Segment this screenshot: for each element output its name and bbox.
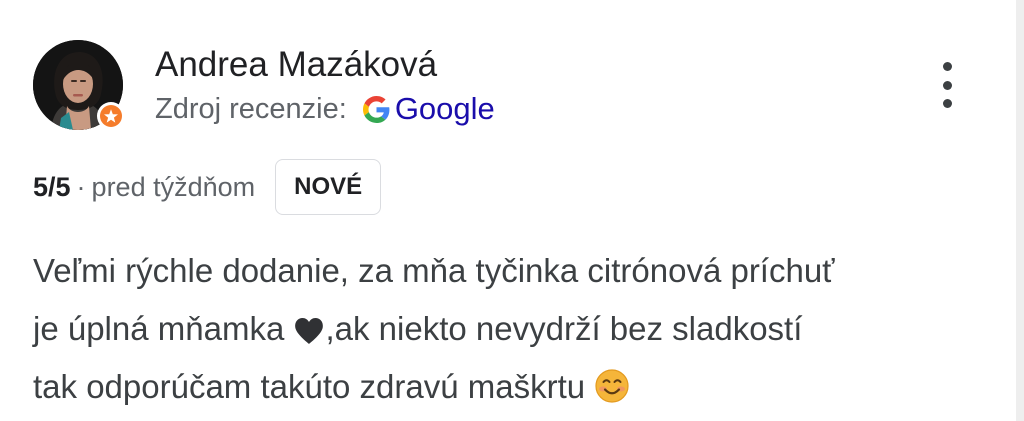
author-avatar[interactable] [33,40,125,130]
review-meta: 5/5 · pred týždňom NOVÉ [33,158,382,216]
source-label: Zdroj recenzie: [155,93,347,125]
smiling-face-icon [595,369,629,403]
author-info: Andrea Mazáková Zdroj recenzie: Google [155,43,495,127]
review-text-line-2-start: je úplná mňamka [33,310,294,347]
google-g-icon [362,95,390,123]
scrollbar-track[interactable] [1016,0,1024,421]
more-vert-icon [942,62,952,71]
review-text-line-1: Veľmi rýchle dodanie, za mňa tyčinka cit… [33,252,835,289]
rating-score: 5/5 [33,171,71,202]
review-text-line-3: tak odporúčam takúto zdravú maškrtu [33,358,1003,416]
review-source: Zdroj recenzie: Google [155,91,495,127]
review-text: Veľmi rýchle dodanie, za mňa tyčinka cit… [33,242,1003,416]
new-badge: NOVÉ [275,159,382,215]
review-header: Andrea Mazáková Zdroj recenzie: Google [33,40,495,130]
review-date: pred týždňom [91,171,256,202]
meta-separator: · [76,171,86,202]
source-provider-link[interactable]: Google [395,91,495,127]
review-text-line-3-start: tak odporúčam takúto zdravú maškrtu [33,368,595,405]
review-text-line-2-end: ,ak niekto nevydrží bez sladkostí [325,310,803,347]
black-heart-icon [295,318,324,344]
review-text-line-2: je úplná mňamka ,ak niekto nevydrží bez … [33,300,1003,358]
local-guide-icon [97,102,125,130]
more-options-button[interactable] [930,56,964,114]
review-card: Andrea Mazáková Zdroj recenzie: Google 5… [0,0,1024,421]
author-name[interactable]: Andrea Mazáková [155,43,495,87]
